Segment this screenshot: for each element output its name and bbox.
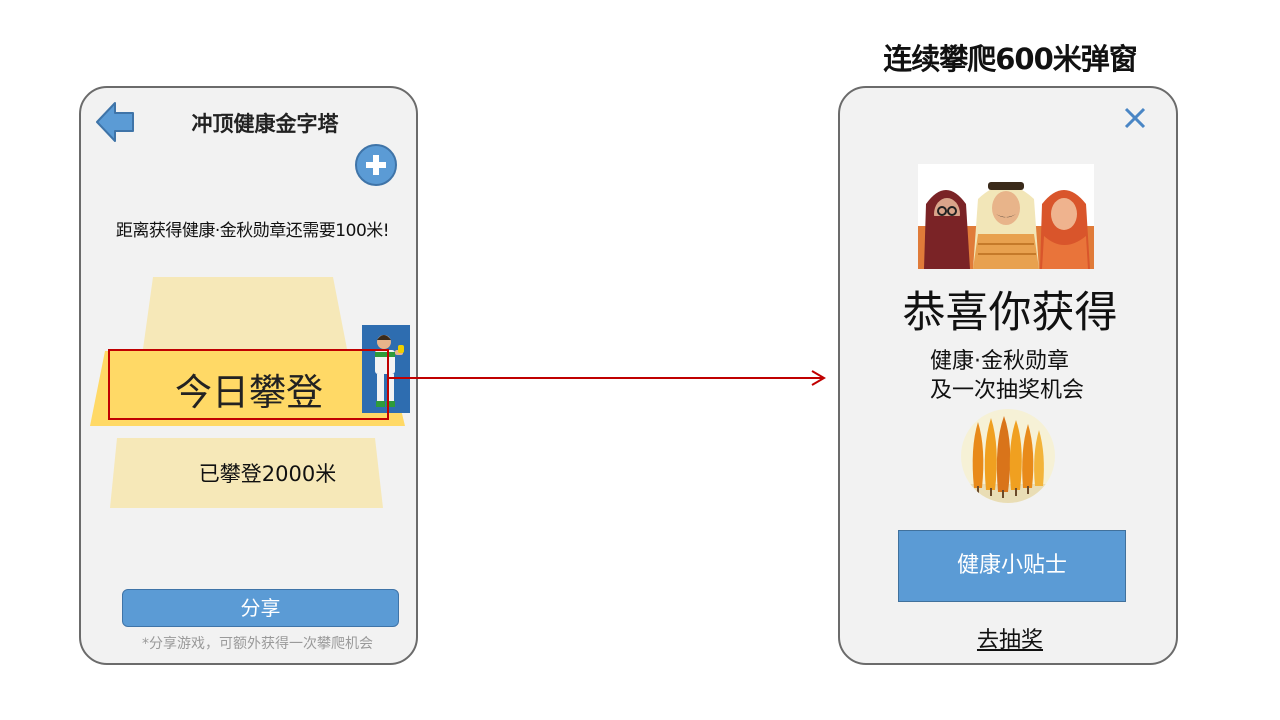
pyramid-top-level [143, 277, 347, 349]
back-arrow-icon[interactable] [95, 101, 135, 143]
close-icon[interactable] [1121, 104, 1149, 132]
reward-medal-text: 健康·金秋勋章 [930, 349, 1069, 374]
reward-lottery-text: 及一次抽奖机会 [930, 378, 1085, 403]
plus-icon [366, 155, 386, 175]
people-illustration [918, 164, 1094, 269]
autumn-medal-image [960, 408, 1056, 504]
page-title: 冲顶健康金字塔 [191, 112, 339, 136]
congrats-text: 恭喜你获得 [902, 288, 1118, 338]
go-lottery-label[interactable]: 去抽奖 [977, 628, 1043, 653]
go-lottery-link[interactable]: 去抽奖 [840, 622, 1180, 654]
share-hint-text: *分享游戏，可额外获得一次攀爬机会 [142, 636, 373, 652]
progress-message: 距离获得健康·金秋勋章还需要100米! [115, 221, 390, 241]
share-button[interactable]: 分享 [122, 589, 399, 627]
add-button[interactable] [355, 144, 397, 186]
today-highlight-frame [108, 349, 389, 420]
popup-heading: 连续攀爬600米弹窗 [883, 42, 1138, 76]
health-tips-button[interactable]: 健康小贴士 [898, 530, 1126, 602]
climbed-distance-label: 已攀登2000米 [198, 462, 337, 486]
